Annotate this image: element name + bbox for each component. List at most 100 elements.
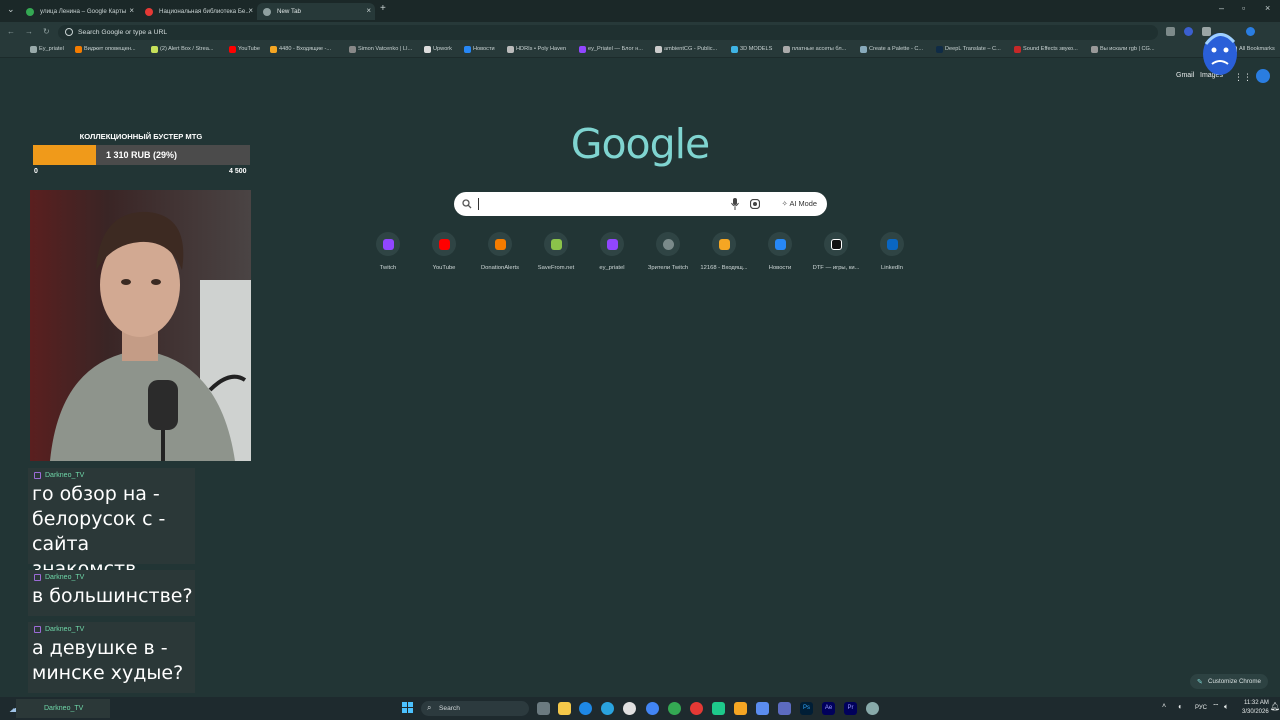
shortcut-tile[interactable]: DonationAlerts bbox=[472, 232, 528, 271]
wifi-icon[interactable]: ⌔ bbox=[1212, 702, 1220, 712]
donation-goal-bar: 1 310 RUB (29%) bbox=[33, 145, 250, 165]
twitch-icon bbox=[382, 238, 394, 250]
generic-r-icon bbox=[662, 238, 674, 250]
tab-new-tab[interactable]: New Tab × bbox=[257, 3, 375, 20]
chrome-icon[interactable] bbox=[668, 702, 681, 715]
bookmark-item[interactable]: (2) Alert Box / Strea... bbox=[151, 46, 214, 53]
file-explorer-icon[interactable] bbox=[558, 702, 571, 715]
bookmark-item[interactable]: 4480 - Входящие -... bbox=[270, 46, 331, 53]
bookmark-item[interactable]: Виджет оповещен... bbox=[75, 46, 136, 53]
tab-label: улица Ленина – Google Карты bbox=[40, 8, 127, 15]
chrome-icon[interactable] bbox=[646, 702, 659, 715]
bookmark-item[interactable]: DeepL Translate – C... bbox=[936, 46, 1001, 53]
shortcut-tile[interactable]: Twitch bbox=[360, 232, 416, 271]
bookmark-item[interactable]: Sound Effects звуко... bbox=[1014, 46, 1078, 53]
extension-icon[interactable] bbox=[1184, 27, 1193, 36]
taskbar-search[interactable]: ⌕ Search bbox=[421, 701, 529, 716]
app-icon[interactable] bbox=[778, 702, 791, 715]
gmail-link[interactable]: Gmail bbox=[1176, 72, 1194, 79]
shortcut-tile[interactable]: ey_priatel bbox=[584, 232, 640, 271]
shortcut-tile[interactable]: 12168 - Входящ... bbox=[696, 232, 752, 271]
ai-mode-button[interactable]: ✧ AI Mode bbox=[782, 199, 817, 208]
address-bar[interactable]: Search Google or type a URL bbox=[58, 25, 1158, 40]
back-arrow-icon[interactable]: ← bbox=[7, 27, 15, 36]
twitch-badge-icon bbox=[34, 626, 41, 633]
tab-label: Национальная библиотека Бе... bbox=[159, 8, 251, 15]
google-logo: Google bbox=[570, 120, 711, 168]
shortcut-label: DTF — игры, ки... bbox=[812, 265, 860, 271]
bookmark-item[interactable]: Ey_priatel bbox=[30, 46, 64, 53]
shortcut-tile[interactable]: YouTube bbox=[416, 232, 472, 271]
ai-mode-label: AI Mode bbox=[789, 199, 817, 208]
chat-username: Darkneo_TV bbox=[34, 472, 84, 479]
bookmark-item[interactable]: Upwork bbox=[424, 46, 452, 53]
tab-library[interactable]: Национальная библиотека Бе... × bbox=[139, 3, 257, 20]
tray-chevron-icon[interactable]: ˄ bbox=[1162, 703, 1166, 710]
app-icon[interactable] bbox=[734, 702, 747, 715]
close-tab-icon[interactable]: × bbox=[366, 6, 371, 15]
google-lens-icon[interactable] bbox=[750, 199, 760, 209]
language-indicator[interactable]: РУС bbox=[1195, 705, 1207, 711]
bookmark-item[interactable]: платные ассеты бл... bbox=[783, 46, 847, 53]
youtube-icon bbox=[438, 238, 450, 250]
app-icon[interactable] bbox=[690, 702, 703, 715]
reload-icon[interactable]: ↻ bbox=[43, 27, 50, 36]
bookmark-label: (2) Alert Box / Strea... bbox=[160, 46, 214, 52]
shortcut-tile[interactable]: LinkedIn bbox=[864, 232, 920, 271]
photoshop-icon[interactable]: Ps bbox=[800, 702, 813, 715]
shortcut-tile[interactable]: SaveFrom.net bbox=[528, 232, 584, 271]
shortcut-label: SaveFrom.net bbox=[537, 265, 575, 271]
notes-icon[interactable] bbox=[756, 702, 769, 715]
bookmark-item[interactable]: Новости bbox=[464, 46, 495, 53]
bookmark-label: Upwork bbox=[433, 46, 452, 52]
premiere-icon[interactable]: Pr bbox=[844, 702, 857, 715]
bookmark-item[interactable]: 3D MODELS bbox=[731, 46, 772, 53]
tray-app-icon[interactable]: ◐ bbox=[1178, 702, 1183, 711]
bookmark-item[interactable]: ambientCG - Public... bbox=[655, 46, 717, 53]
clock-date[interactable]: 3/30/2026 bbox=[1242, 709, 1269, 715]
after-effects-icon[interactable]: Ae bbox=[822, 702, 835, 715]
obs-icon[interactable] bbox=[623, 702, 636, 715]
telegram-icon[interactable] bbox=[601, 702, 614, 715]
savefrom-icon bbox=[550, 238, 562, 250]
minimize-icon[interactable]: – bbox=[1219, 3, 1224, 13]
forward-arrow-icon[interactable]: → bbox=[25, 27, 33, 36]
bookmark-item[interactable]: Вы искали rgb | CG... bbox=[1091, 46, 1155, 53]
new-tab-plus-icon[interactable]: + bbox=[380, 3, 386, 14]
windows-start-icon[interactable] bbox=[402, 702, 414, 714]
maximize-icon[interactable]: ▫ bbox=[1242, 3, 1245, 13]
bookmark-item[interactable]: YouTube bbox=[229, 46, 260, 53]
shortcut-tile[interactable]: Зрители Twitch bbox=[640, 232, 696, 271]
task-view-icon[interactable] bbox=[537, 702, 550, 715]
tab-search-chevron-icon[interactable]: ⌄ bbox=[7, 4, 15, 15]
shortcut-label: LinkedIn bbox=[881, 265, 903, 271]
bookmark-label: HDRIs • Poly Haven bbox=[516, 46, 567, 52]
bookmark-item[interactable]: ey_Priatel — Блог н... bbox=[579, 46, 643, 53]
bookmark-label: платные ассеты бл... bbox=[792, 46, 847, 52]
extension-icon[interactable] bbox=[1166, 27, 1175, 36]
volume-icon[interactable]: 🔈︎ bbox=[1224, 702, 1229, 712]
close-window-icon[interactable]: × bbox=[1265, 3, 1270, 13]
shortcut-tile[interactable]: Новости bbox=[752, 232, 808, 271]
app-icon[interactable] bbox=[712, 702, 725, 715]
twitch-icon bbox=[606, 238, 618, 250]
shortcut-tile[interactable]: DTF — игры, ки... bbox=[808, 232, 864, 271]
customize-chrome-button[interactable]: ✎ Customize Chrome bbox=[1190, 674, 1268, 689]
shortcut-label: Зрители Twitch bbox=[647, 265, 689, 271]
bookmark-item[interactable]: Simon Vatcenko | LI... bbox=[349, 46, 413, 53]
profile-icon[interactable] bbox=[1246, 27, 1255, 36]
close-tab-icon[interactable]: × bbox=[129, 6, 134, 15]
bookmark-item[interactable]: HDRIs • Poly Haven bbox=[507, 46, 567, 53]
microphone-icon[interactable] bbox=[731, 198, 739, 210]
account-avatar[interactable] bbox=[1256, 69, 1270, 83]
google-g-icon bbox=[65, 28, 73, 36]
notification-icon[interactable]: 🔔︎ bbox=[1270, 702, 1280, 711]
bookmark-label: Simon Vatcenko | LI... bbox=[358, 46, 413, 52]
edge-icon[interactable] bbox=[579, 702, 592, 715]
clock-time[interactable]: 11:32 AM bbox=[1244, 700, 1269, 706]
bookmark-item[interactable]: Create a Palette - C... bbox=[860, 46, 923, 53]
tab-maps[interactable]: улица Ленина – Google Карты × bbox=[20, 3, 138, 20]
close-tab-icon[interactable]: × bbox=[248, 6, 253, 15]
app-icon[interactable] bbox=[866, 702, 879, 715]
search-input[interactable]: ✧ AI Mode bbox=[454, 192, 827, 216]
